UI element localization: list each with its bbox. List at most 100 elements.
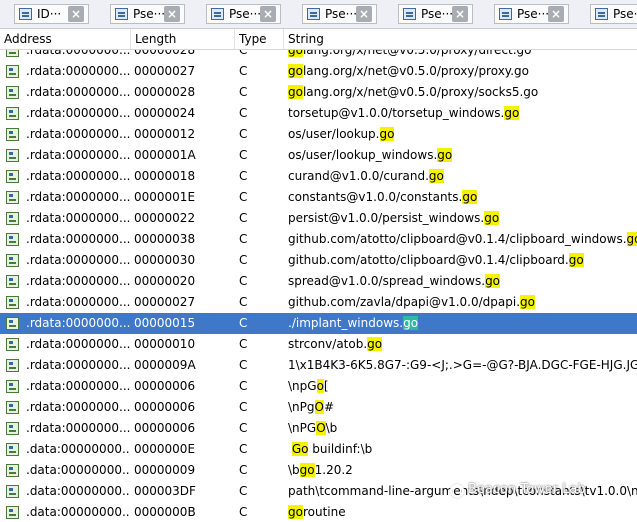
- table-row[interactable]: .rdata:0000000... 00000012 Cos/user/lookup…: [0, 124, 637, 145]
- cell-type: C: [239, 274, 248, 288]
- cell-type: C: [239, 148, 248, 162]
- pseudocode-icon: [403, 8, 416, 20]
- cell-address: .rdata:0000000...: [26, 148, 130, 162]
- cell-length: 00000020: [134, 274, 196, 288]
- tab-1[interactable]: Pse··· ×: [110, 4, 185, 24]
- close-icon[interactable]: ×: [260, 6, 276, 22]
- cell-type: C: [239, 169, 248, 183]
- cell-string: github.com/atotto/clipboard@v0.1.4/clipb…: [288, 229, 637, 250]
- close-icon[interactable]: ×: [548, 6, 564, 22]
- table-row[interactable]: .rdata:0000000... 00000015 C ./implant_wind…: [0, 313, 637, 334]
- cell-length: 00000018: [134, 169, 196, 183]
- cell-length: 0000001E: [134, 190, 196, 204]
- string-text: lang.org/x/net@v0.5.0/proxy/socks5.go: [302, 85, 539, 99]
- cell-string: strconv/atob.go: [288, 334, 637, 355]
- cell-address: .rdata:0000000...: [26, 358, 130, 372]
- table-row[interactable]: .rdata:0000000... 00000038 Cgithub.com/ato…: [0, 229, 637, 250]
- string-highlight: o: [316, 379, 324, 393]
- table-row[interactable]: .rdata:0000000... 0000001E Cconstants@v1.0…: [0, 187, 637, 208]
- cell-string: golang.org/x/net@v0.5.0/proxy/direct.go: [288, 50, 637, 61]
- cell-type: C: [239, 127, 248, 141]
- cell-string: constants@v1.0.0/constants.go: [288, 187, 637, 208]
- string-icon: [6, 338, 19, 351]
- string-text: buildinf:\b: [308, 442, 373, 456]
- close-icon[interactable]: ×: [164, 6, 180, 22]
- cell-string: \bgo1.20.2: [288, 460, 637, 481]
- string-highlight: O: [314, 400, 324, 414]
- cell-type: C: [239, 211, 248, 225]
- string-text: github.com/atotto/clipboard@v0.1.4/clipb…: [288, 253, 569, 267]
- cell-address: .data:00000000...: [26, 463, 130, 477]
- column-header-address[interactable]: Address: [0, 29, 131, 49]
- string-highlight: go: [462, 190, 478, 204]
- pseudocode-icon: [595, 8, 608, 20]
- cell-string: \nPGO\b: [288, 418, 637, 439]
- table-row[interactable]: .data:00000000... 0000000E C Go buildinf:\…: [0, 439, 637, 460]
- table-row[interactable]: .rdata:0000000... 00000028 Cgolang.org/x/n…: [0, 50, 637, 61]
- cell-address: .rdata:0000000...: [26, 127, 130, 141]
- tab-0[interactable]: ID··· ×: [14, 4, 89, 24]
- cell-type: C: [239, 337, 248, 351]
- cell-length: 00000009: [134, 463, 196, 477]
- tab-6[interactable]: Pse···×: [590, 4, 637, 24]
- string-text: 1\x1B4K3-6K5.8G7-:G9-<J;.>G=-@G?-BJA.DGC…: [288, 358, 637, 372]
- cell-type: C: [239, 64, 248, 78]
- cell-address: .rdata:0000000...: [26, 64, 130, 78]
- close-icon[interactable]: ×: [356, 6, 372, 22]
- cell-address: .rdata:0000000...: [26, 106, 130, 120]
- table-row[interactable]: .rdata:0000000... 00000030 Cgithub.com/ato…: [0, 250, 637, 271]
- string-icon: [6, 128, 19, 141]
- cell-address: .data:00000000...: [26, 484, 130, 498]
- tab-label: Pse···: [613, 7, 637, 21]
- cell-address: .rdata:0000000...: [26, 316, 130, 330]
- string-icon: [6, 233, 19, 246]
- cell-string: torsetup@v1.0.0/torsetup_windows.go: [288, 103, 637, 124]
- table-row[interactable]: .rdata:0000000... 00000022 Cpersist@v1.0.0…: [0, 208, 637, 229]
- close-icon[interactable]: ×: [68, 6, 84, 22]
- cell-string: github.com/atotto/clipboard@v0.1.4/clipb…: [288, 250, 637, 271]
- string-text: github.com/atotto/clipboard@v0.1.4/clipb…: [288, 232, 627, 246]
- string-text: strconv/atob.: [288, 337, 368, 351]
- tab-4[interactable]: Pse··· ×: [398, 4, 473, 24]
- cell-type: C: [239, 484, 248, 498]
- tab-2[interactable]: Pse··· ×: [206, 4, 281, 24]
- tab-label: ID···: [37, 7, 62, 21]
- tab-5[interactable]: Pse··· ×: [494, 4, 569, 24]
- column-header-string[interactable]: String: [284, 29, 637, 49]
- cell-length: 00000006: [134, 421, 196, 435]
- watermark: Beacon Tower Lab: [468, 482, 586, 497]
- table-row[interactable]: .rdata:0000000... 00000020 Cspread@v1.0.0/…: [0, 271, 637, 292]
- table-row[interactable]: .rdata:0000000... 00000006 C \nPgO#: [0, 397, 637, 418]
- string-highlight: go: [403, 316, 419, 330]
- table-row[interactable]: .rdata:0000000... 00000010 Cstrconv/atob.g…: [0, 334, 637, 355]
- table-row[interactable]: .rdata:0000000... 0000009A C 1\x1B4K3-6K5.8…: [0, 355, 637, 376]
- table-row[interactable]: .rdata:0000000... 00000027 Cgithub.com/zav…: [0, 292, 637, 313]
- table-row[interactable]: .rdata:0000000... 00000006 C \npGo[: [0, 376, 637, 397]
- string-highlight: go: [485, 274, 501, 288]
- table-row[interactable]: .rdata:0000000... 00000018 Ccurand@v1.0.0/…: [0, 166, 637, 187]
- table-row[interactable]: .data:00000000... 00000009 C \bgo1.20.2: [0, 460, 637, 481]
- string-icon: [6, 50, 19, 57]
- table-row[interactable]: .rdata:0000000... 00000006 C \nPGO\b: [0, 418, 637, 439]
- cell-length: 00000038: [134, 232, 196, 246]
- table-row[interactable]: .rdata:0000000... 0000001A Cos/user/lookup…: [0, 145, 637, 166]
- cell-length: 00000010: [134, 337, 196, 351]
- cell-string: \nPgO#: [288, 397, 637, 418]
- strings-table[interactable]: .rdata:0000000... 00000028 Cgolang.org/x/n…: [0, 50, 637, 522]
- table-row[interactable]: .data:00000000... 0000000B Cgoroutine: [0, 502, 637, 522]
- pseudocode-icon: [115, 8, 128, 20]
- cell-string: os/user/lookup_windows.go: [288, 145, 637, 166]
- table-row[interactable]: .rdata:0000000... 00000027 Cgolang.org/x/n…: [0, 61, 637, 82]
- column-header-type[interactable]: Type: [235, 29, 284, 49]
- tab-label: Pse···: [325, 7, 358, 21]
- tab-bar: ID··· × Pse··· × Pse··· × Pse··· × Pse··· × Pse···…: [0, 0, 637, 29]
- cell-type: C: [239, 505, 248, 519]
- tab-3[interactable]: Pse··· ×: [302, 4, 377, 24]
- table-row[interactable]: .rdata:0000000... 00000028 Cgolang.org/x/n…: [0, 82, 637, 103]
- string-text: \nPG: [288, 421, 317, 435]
- close-icon[interactable]: ×: [452, 6, 468, 22]
- string-text: \b: [288, 463, 300, 477]
- table-row[interactable]: .rdata:0000000... 00000024 Ctorsetup@v1.0.…: [0, 103, 637, 124]
- string-text: spread@v1.0.0/spread_windows.: [288, 274, 486, 288]
- column-header-length[interactable]: Length: [131, 29, 235, 49]
